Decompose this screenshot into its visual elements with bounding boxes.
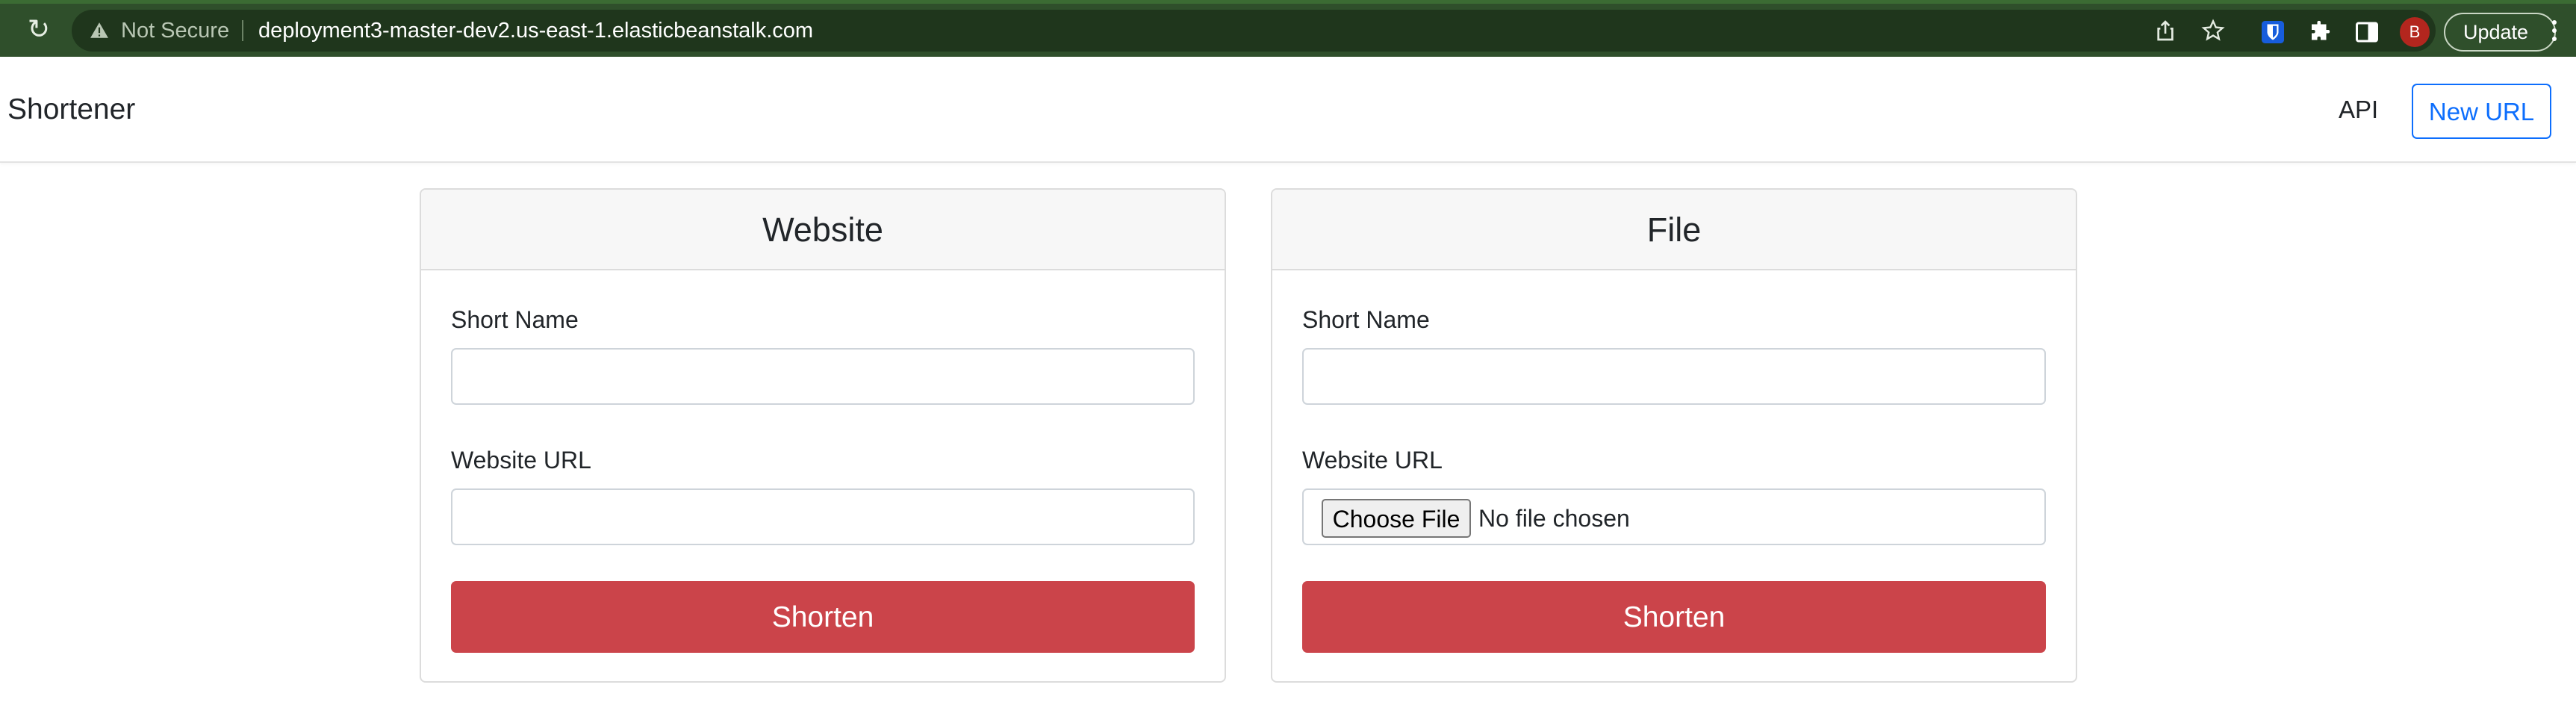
browser-toolbar: ↻ Not Secure deployment3-master-dev2.us-…: [0, 0, 2576, 57]
url-text[interactable]: deployment3-master-dev2.us-east-1.elasti…: [258, 10, 813, 52]
file-short-name-input[interactable]: [1302, 348, 2046, 405]
website-url-label: Website URL: [451, 447, 591, 474]
extensions-puzzle-icon[interactable]: [2307, 19, 2334, 46]
file-shorten-button[interactable]: Shorten: [1302, 581, 2046, 653]
short-name-label: Short Name: [1302, 306, 1430, 333]
website-shorten-button[interactable]: Shorten: [451, 581, 1195, 653]
short-name-label: Short Name: [451, 306, 579, 333]
warning-icon: [90, 22, 108, 38]
more-menu-icon[interactable]: [2552, 20, 2557, 44]
new-url-button[interactable]: New URL: [2412, 84, 2551, 139]
api-link[interactable]: API: [2339, 57, 2378, 163]
file-url-label: Website URL: [1302, 447, 1443, 474]
bitwarden-extension-icon[interactable]: [2259, 19, 2286, 46]
brand-title[interactable]: Shortener: [7, 57, 135, 163]
file-card: File Short Name Website URL Choose File …: [1271, 188, 2077, 683]
bookmark-star-icon[interactable]: [2201, 19, 2225, 43]
security-status[interactable]: Not Secure: [121, 10, 229, 52]
file-status-text: No file chosen: [1478, 505, 1630, 532]
file-input[interactable]: Choose File No file chosen: [1302, 488, 2046, 545]
website-card-title: Website: [421, 190, 1225, 270]
website-short-name-input[interactable]: [451, 348, 1195, 405]
address-bar[interactable]: Not Secure deployment3-master-dev2.us-ea…: [72, 10, 2436, 52]
profile-avatar[interactable]: B: [2400, 17, 2430, 47]
website-url-input[interactable]: [451, 488, 1195, 545]
choose-file-button[interactable]: Choose File: [1322, 499, 1471, 538]
url-divider: [242, 20, 243, 41]
file-card-title: File: [1272, 190, 2076, 270]
update-button[interactable]: Update: [2444, 13, 2556, 52]
reload-icon[interactable]: ↻: [24, 14, 54, 44]
website-card: Website Short Name Website URL Shorten: [420, 188, 1226, 683]
app-navbar: Shortener API New URL: [0, 57, 2576, 163]
side-panel-icon[interactable]: [2353, 19, 2380, 46]
share-icon[interactable]: [2153, 19, 2177, 43]
